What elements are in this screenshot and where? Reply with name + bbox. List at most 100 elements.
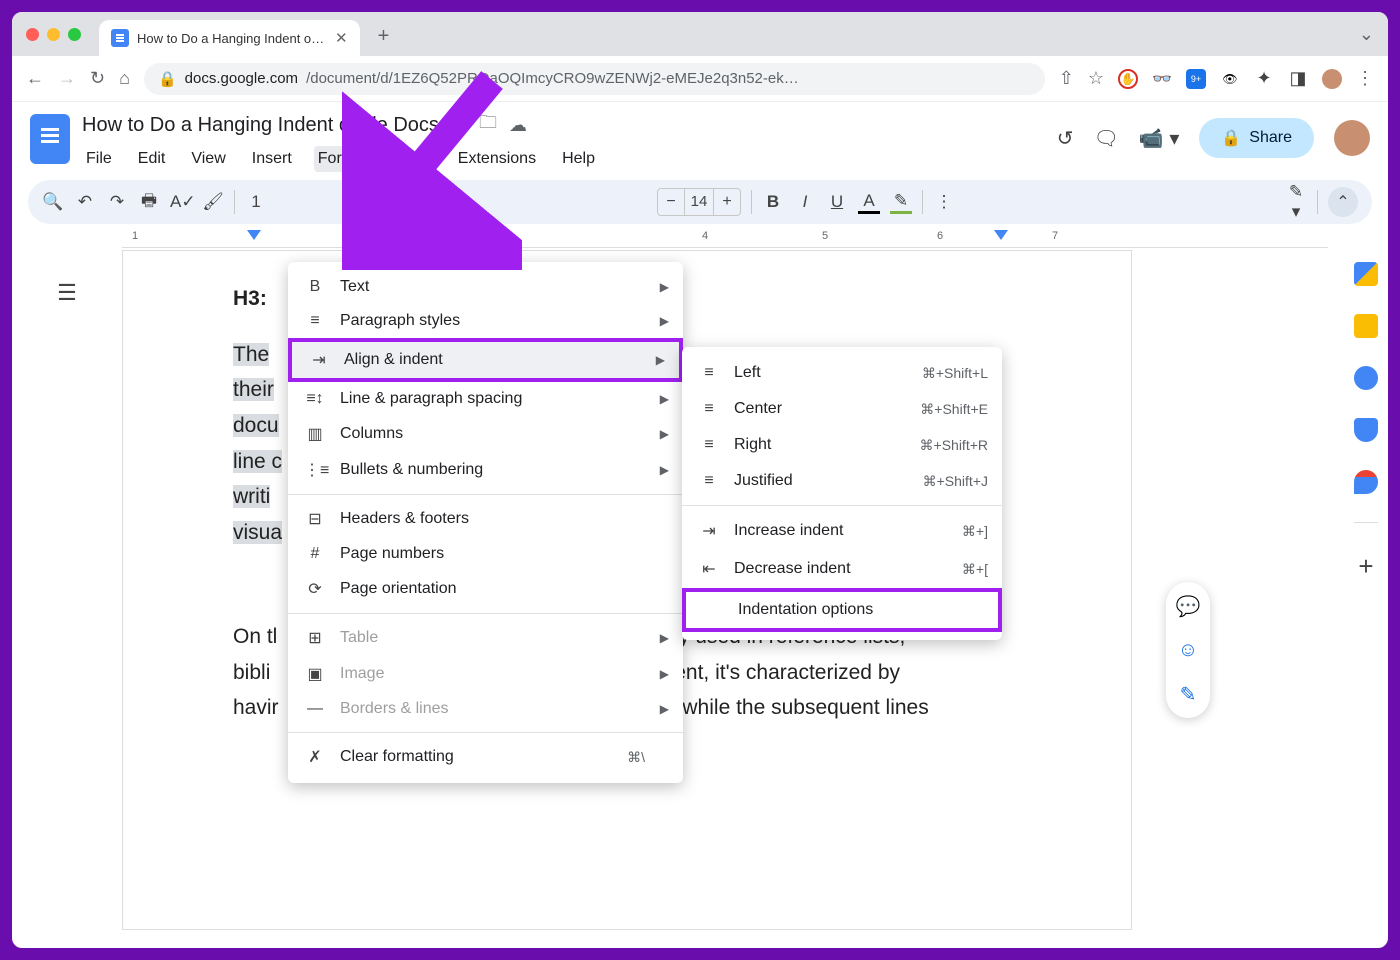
calendar-icon[interactable]: [1354, 262, 1378, 286]
format-menu-page-numbers[interactable]: #Page numbers: [288, 537, 683, 571]
menu-file[interactable]: File: [82, 146, 116, 172]
align-menu-decrease-indent[interactable]: ⇤Decrease indent⌘+[: [682, 550, 1002, 588]
docs-header: How to Do a Hanging Indent oogle Docs ☆ …: [12, 102, 1388, 176]
outline-icon[interactable]: ☰: [57, 280, 77, 306]
menu-item-icon: ⇥: [698, 521, 720, 541]
add-addon-icon[interactable]: +: [1358, 551, 1373, 582]
menu-item-label: Center: [734, 400, 782, 418]
format-menu-align-indent[interactable]: ⇥Align & indent▶: [288, 338, 683, 382]
paint-format-icon[interactable]: 🖌: [202, 192, 224, 212]
menu-item-icon: —: [304, 700, 326, 718]
bold-icon[interactable]: B: [762, 192, 784, 212]
back-button[interactable]: ←: [26, 68, 44, 89]
emoji-reaction-icon[interactable]: ☺: [1174, 636, 1202, 664]
extensions-puzzle-icon[interactable]: ✦: [1254, 69, 1274, 89]
editing-mode-icon[interactable]: ✎ ▾: [1285, 182, 1307, 222]
format-menu-line-paragraph-spacing[interactable]: ≡↕Line & paragraph spacing▶: [288, 382, 683, 416]
font-size-stepper[interactable]: − 14 +: [657, 188, 741, 216]
minimize-window[interactable]: [47, 28, 60, 41]
format-menu-paragraph-styles[interactable]: ≡Paragraph styles▶: [288, 304, 683, 338]
menu-item-label: Line & paragraph spacing: [340, 390, 522, 408]
highlight-icon[interactable]: ✎: [890, 191, 912, 214]
menu-bar: File Edit View Insert Format Tools Exten…: [82, 146, 1045, 172]
format-menu-headers-footers[interactable]: ⊟Headers & footers: [288, 501, 683, 537]
separator: [1317, 190, 1318, 214]
share-button[interactable]: 🔒 Share: [1199, 118, 1314, 158]
collapse-toolbar-icon[interactable]: ⌃: [1328, 187, 1358, 217]
ruler-tick: 7: [1052, 230, 1058, 242]
profile-avatar-icon[interactable]: [1322, 69, 1342, 89]
spellcheck-icon[interactable]: A✓: [170, 192, 192, 212]
align-menu-increase-indent[interactable]: ⇥Increase indent⌘+]: [682, 512, 1002, 550]
ruler-tick: 4: [702, 230, 708, 242]
bookmark-icon[interactable]: ☆: [1088, 68, 1104, 89]
italic-icon[interactable]: I: [794, 192, 816, 212]
align-menu-right[interactable]: ≡Right⌘+Shift+R: [682, 427, 1002, 463]
format-menu-bullets-numbering[interactable]: ⋮≡Bullets & numbering▶: [288, 452, 683, 488]
comments-icon[interactable]: 🗨: [1093, 126, 1118, 151]
left-sidebar: ☰: [12, 250, 122, 930]
meet-icon[interactable]: 📹 ▾: [1139, 126, 1180, 151]
more-icon[interactable]: ⋮: [933, 192, 955, 212]
align-menu-indentation-options[interactable]: Indentation options: [682, 588, 1002, 632]
close-window[interactable]: [26, 28, 39, 41]
indent-marker-icon[interactable]: [247, 230, 261, 240]
font-size-value[interactable]: 14: [684, 189, 714, 215]
menu-help[interactable]: Help: [558, 146, 599, 172]
format-menu-page-orientation[interactable]: ⟳Page orientation: [288, 571, 683, 607]
address-bar[interactable]: 🔒 docs.google.com/document/d/1EZ6Q52PROa…: [144, 63, 1045, 95]
menu-item-label: Justified: [734, 472, 793, 490]
menu-item-label: Align & indent: [344, 351, 443, 369]
undo-icon[interactable]: ↶: [74, 192, 96, 212]
zoom-icon[interactable]: 1: [245, 192, 267, 212]
font-size-increase[interactable]: +: [714, 193, 740, 211]
menu-item-icon: ⊟: [304, 509, 326, 529]
menu-item-icon: ≡: [304, 312, 326, 330]
text-color-icon[interactable]: A: [858, 191, 880, 214]
account-avatar[interactable]: [1334, 120, 1370, 156]
align-indent-submenu: ≡Left⌘+Shift+L≡Center⌘+Shift+E≡Right⌘+Sh…: [682, 347, 1002, 640]
new-tab-button[interactable]: +: [378, 25, 390, 48]
add-comment-icon[interactable]: 💬: [1174, 592, 1202, 620]
font-size-decrease[interactable]: −: [658, 193, 684, 211]
sidepanel-icon[interactable]: ◨: [1288, 69, 1308, 89]
format-menu-columns[interactable]: ▥Columns▶: [288, 416, 683, 452]
ublock-icon[interactable]: ✋: [1118, 69, 1138, 89]
home-button[interactable]: ⌂: [119, 68, 130, 89]
format-menu-text[interactable]: BText▶: [288, 270, 683, 304]
chrome-menu-icon[interactable]: ⋮: [1356, 68, 1374, 89]
redo-icon[interactable]: ↷: [106, 192, 128, 212]
right-indent-marker-icon[interactable]: [994, 230, 1008, 240]
close-tab-icon[interactable]: ✕: [335, 29, 348, 47]
extension-icon[interactable]: 👓: [1152, 69, 1172, 89]
docs-logo[interactable]: [30, 114, 70, 164]
suggest-edit-icon[interactable]: ✎: [1174, 680, 1202, 708]
maps-icon[interactable]: [1354, 470, 1378, 494]
align-menu-center[interactable]: ≡Center⌘+Shift+E: [682, 391, 1002, 427]
menu-view[interactable]: View: [187, 146, 229, 172]
tasks-icon[interactable]: [1354, 366, 1378, 390]
tab-overflow-icon[interactable]: ⌄: [1359, 24, 1374, 45]
browser-tab[interactable]: How to Do a Hanging Indent o… ✕: [99, 20, 360, 56]
align-menu-justified[interactable]: ≡Justified⌘+Shift+J: [682, 463, 1002, 499]
menu-item-label: Indentation options: [738, 601, 873, 619]
maximize-window[interactable]: [68, 28, 81, 41]
menu-edit[interactable]: Edit: [134, 146, 170, 172]
format-menu-clear-formatting[interactable]: ✗Clear formatting⌘\: [288, 739, 683, 775]
share-url-icon[interactable]: ⇧: [1059, 68, 1074, 89]
format-dropdown: BText▶≡Paragraph styles▶⇥Align & indent▶…: [288, 262, 683, 783]
shortcut-label: ⌘+[: [962, 561, 988, 578]
print-icon[interactable]: 🖶: [138, 188, 160, 217]
eye-icon[interactable]: 👁: [1220, 69, 1240, 89]
menu-insert[interactable]: Insert: [248, 146, 296, 172]
underline-icon[interactable]: U: [826, 192, 848, 212]
reload-button[interactable]: ↻: [90, 68, 105, 89]
horizontal-ruler[interactable]: 1 4 5 6 7: [122, 228, 1328, 248]
browser-toolbar: ← → ↻ ⌂ 🔒 docs.google.com/document/d/1EZ…: [12, 56, 1388, 102]
align-menu-left[interactable]: ≡Left⌘+Shift+L: [682, 355, 1002, 391]
contacts-icon[interactable]: [1354, 418, 1378, 442]
history-icon[interactable]: ↺: [1057, 126, 1074, 151]
keep-icon[interactable]: [1354, 314, 1378, 338]
search-icon[interactable]: 🔍: [42, 192, 64, 212]
extension-badge-icon[interactable]: 9+: [1186, 69, 1206, 89]
